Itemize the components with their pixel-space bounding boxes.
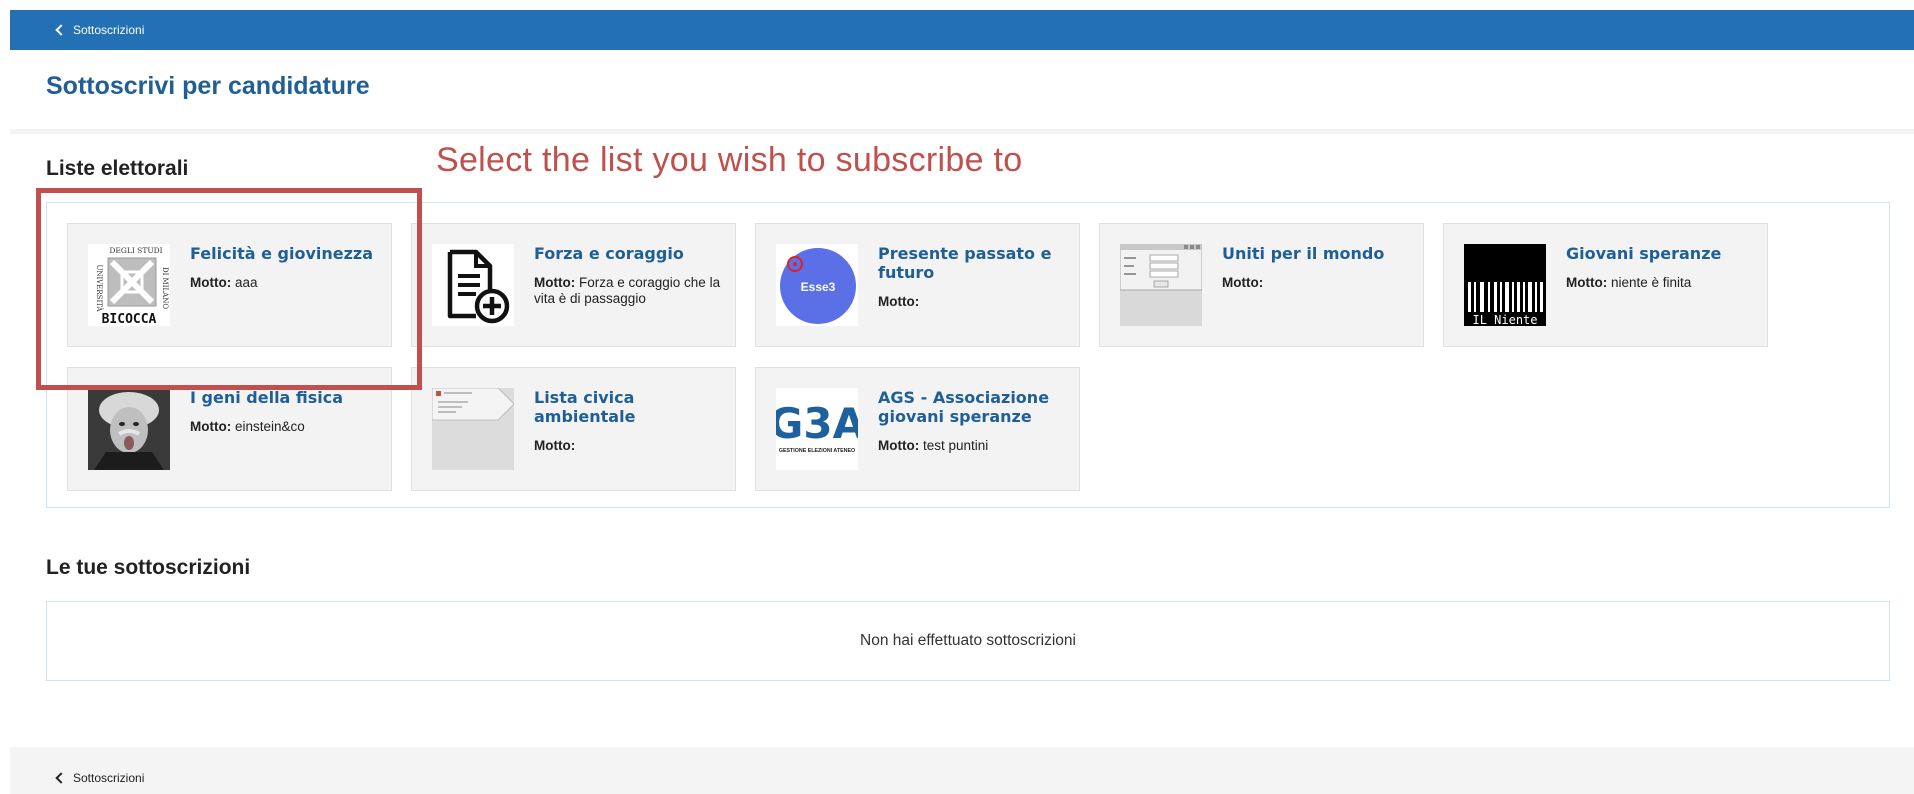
instruction-annotation: Select the list you wish to subscribe to xyxy=(436,141,1023,179)
svg-text:UNIVERSITÀ: UNIVERSITÀ xyxy=(95,264,104,312)
list-name: AGS - Associazione giovani speranze xyxy=(878,388,1050,426)
list-name: Presente passato e futuro xyxy=(878,244,1052,282)
subscriptions-panel: Non hai effettuato sottoscrizioni xyxy=(46,601,1890,681)
list-card-ags-associazione-giovani-speranze[interactable]: G3A GESTIONE ELEZIONI ATENEO AGS - Assoc… xyxy=(755,367,1080,491)
title-divider xyxy=(10,129,1914,134)
list-name: Uniti per il mondo xyxy=(1222,244,1385,263)
top-nav-bar: Sottoscrizioni xyxy=(10,10,1914,50)
lists-section-title: Liste elettorali xyxy=(46,157,189,180)
list-card-felicita-e-giovinezza[interactable]: DEGLI STUDI UNIVERSITÀ DI MILANO BICOCCA… xyxy=(67,223,392,347)
svg-text:G3A: G3A xyxy=(776,399,858,448)
list-card-lista-civica-ambientale[interactable]: Lista civica ambientale Motto: xyxy=(411,367,736,491)
empty-subscriptions-message: Non hai effettuato sottoscrizioni xyxy=(860,632,1076,649)
list-card-giovani-speranze[interactable]: IL Niente Giovani speranze Motto: niente… xyxy=(1443,223,1768,347)
footer-bar: Sottoscrizioni xyxy=(10,747,1914,794)
list-name: I geni della fisica xyxy=(190,388,344,407)
list-motto: Motto: aaa xyxy=(190,275,258,290)
svg-text:Esse3: Esse3 xyxy=(801,280,836,294)
list-motto: Motto: xyxy=(878,294,920,309)
esse3-logo: Esse3 xyxy=(776,244,858,326)
list-card-uniti-per-il-mondo[interactable]: Uniti per il mondo Motto: xyxy=(1099,223,1424,347)
document-thumbnail xyxy=(432,388,514,470)
list-motto: Motto: test puntini xyxy=(878,438,989,453)
il-niente-barcode-logo: IL Niente xyxy=(1464,244,1546,326)
list-motto: Motto: xyxy=(1222,275,1264,290)
footer-back-to-subscriptions-link[interactable]: Sottoscrizioni xyxy=(54,771,144,785)
svg-text:BICOCCA: BICOCCA xyxy=(102,312,157,326)
list-motto: Motto: Forza e coraggio che la vita è di… xyxy=(534,275,721,306)
g3a-logo: G3A GESTIONE ELEZIONI ATENEO xyxy=(776,388,858,470)
electoral-lists-panel: DEGLI STUDI UNIVERSITÀ DI MILANO BICOCCA… xyxy=(46,202,1890,508)
form-screenshot-thumbnail xyxy=(1120,244,1202,326)
back-to-subscriptions-link[interactable]: Sottoscrizioni xyxy=(54,23,144,37)
list-card-presente-passato-e-futuro[interactable]: Esse3 Presente passato e futuro Motto: xyxy=(755,223,1080,347)
subscriptions-section-title: Le tue sottoscrizioni xyxy=(46,556,251,579)
list-name: Felicità e giovinezza xyxy=(190,244,374,263)
list-motto: Motto: niente è finita xyxy=(1566,275,1692,290)
list-name: Giovani speranze xyxy=(1566,244,1722,263)
document-add-icon xyxy=(432,244,514,326)
list-motto: Motto: einstein&co xyxy=(190,419,305,434)
svg-text:DI MILANO: DI MILANO xyxy=(161,267,169,309)
back-link-label: Sottoscrizioni xyxy=(73,771,145,785)
back-link-label: Sottoscrizioni xyxy=(73,23,145,37)
svg-text:DEGLI STUDI: DEGLI STUDI xyxy=(109,246,162,255)
list-motto: Motto: xyxy=(534,438,576,453)
list-name: Forza e coraggio xyxy=(534,244,684,263)
svg-text:IL Niente: IL Niente xyxy=(1472,313,1537,326)
page-title: Sottoscrivi per candidature xyxy=(46,72,370,100)
chevron-left-icon xyxy=(55,772,67,784)
einstein-photo xyxy=(88,388,170,470)
list-card-forza-e-coraggio[interactable]: Forza e coraggio Motto: Forza e coraggio… xyxy=(411,223,736,347)
list-card-i-geni-della-fisica[interactable]: I geni della fisica Motto: einstein&co xyxy=(67,367,392,491)
svg-text:GESTIONE ELEZIONI ATENEO: GESTIONE ELEZIONI ATENEO xyxy=(779,448,855,454)
chevron-left-icon xyxy=(55,24,67,36)
list-name: Lista civica ambientale xyxy=(534,388,636,426)
bicocca-university-logo: DEGLI STUDI UNIVERSITÀ DI MILANO BICOCCA xyxy=(88,244,170,326)
